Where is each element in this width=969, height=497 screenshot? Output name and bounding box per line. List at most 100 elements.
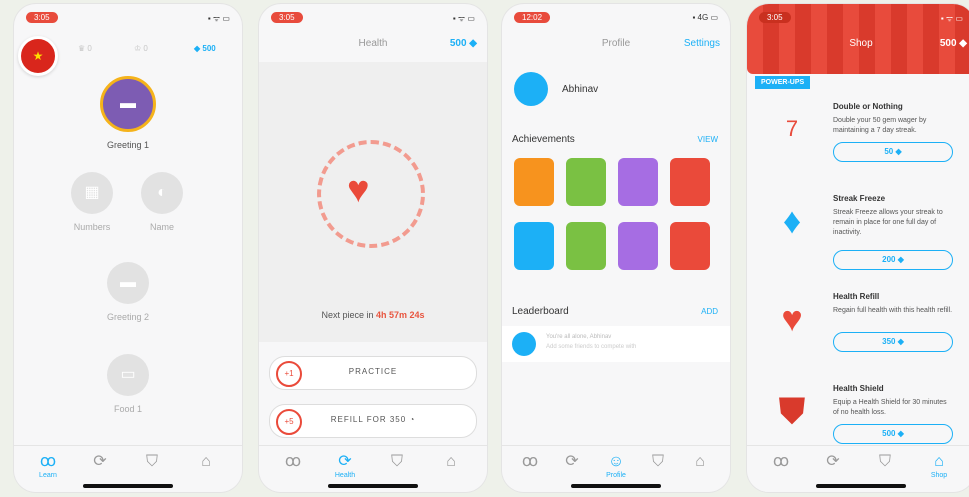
tab-health[interactable]: ⟳ Health — [325, 452, 365, 479]
streak-count-value: 0 — [143, 44, 148, 53]
practice-button[interactable]: +1 PRACTICE — [269, 356, 477, 390]
tab-profile[interactable]: ☺ Profile — [596, 452, 636, 479]
achievements-heading: Achievements — [512, 134, 575, 145]
skill-greeting-1[interactable]: ▬ Greeting 1 — [88, 76, 168, 150]
skill-label: Greeting 2 — [106, 312, 150, 322]
power-ups-label: POWER-UPS — [755, 76, 811, 89]
status-time: 3:05 — [26, 12, 58, 23]
item-desc: Double your 50 gem wager by maintaining … — [833, 117, 927, 134]
item-title: Health Refill — [833, 292, 880, 301]
skill-name[interactable]: ◐ Name — [122, 172, 202, 232]
price: 500 — [882, 429, 896, 438]
tab-profile[interactable]: ⛉ — [377, 452, 417, 472]
page-title: Shop — [849, 38, 873, 49]
signal-wifi-battery-icon: ▪︎ ᯤ ▭ — [207, 14, 230, 23]
tab-bar: ꝏ ⟳ Health ⛉ ⌂ — [259, 445, 487, 492]
health-icon: ⟳ — [93, 453, 107, 470]
learn-icon: ꝏ — [284, 453, 302, 470]
health-progress-ring — [317, 140, 425, 248]
item-title: Health Shield — [833, 384, 884, 393]
health-icon: ⟳ — [565, 453, 579, 470]
status-bar: 12:02 ▪︎ 4G ▭ — [502, 10, 730, 26]
tab-learn[interactable]: ꝏ — [510, 452, 550, 472]
profile-screen: 12:02 ▪︎ 4G ▭ Profile Settings Abhinav A… — [502, 4, 730, 492]
shop-icon: ⌂ — [446, 453, 456, 470]
achievement-badge[interactable] — [566, 222, 606, 270]
tab-label: Learn — [39, 472, 57, 479]
achievement-badge[interactable] — [670, 222, 710, 270]
signal-wifi-battery-icon: ▪︎ ᯤ ▭ — [452, 14, 475, 23]
buy-button[interactable]: 50 ◆ — [833, 142, 953, 162]
status-time: 3:05 — [271, 12, 303, 23]
shield-icon: ⛉ — [145, 453, 158, 470]
price: 350 — [882, 337, 896, 346]
buy-button[interactable]: 350 ◆ — [833, 332, 953, 352]
signal-wifi-battery-icon: ▪︎ ᯤ ▭ — [940, 14, 963, 23]
tab-health[interactable]: ⟳ — [813, 452, 853, 472]
price: 200 — [882, 255, 896, 264]
item-title: Streak Freeze — [833, 194, 886, 203]
ice-flame-icon: ♦ — [782, 200, 802, 241]
gem-count-value: 500 — [202, 44, 216, 53]
gem-count-value: 500 — [449, 38, 467, 49]
health-icon: ⟳ — [338, 453, 352, 470]
tab-shop[interactable]: ⌂ — [431, 452, 471, 472]
home-indicator — [571, 484, 661, 488]
refill-button[interactable]: +5 REFILL FOR 350 ◔ — [269, 404, 477, 438]
achievement-badge[interactable] — [514, 158, 554, 206]
tab-learn[interactable]: ꝏ — [273, 452, 313, 472]
achievement-badge[interactable] — [618, 222, 658, 270]
tab-shop[interactable]: ⌂ Shop — [919, 452, 959, 479]
skill-greeting-2-icon: ▬ — [107, 262, 149, 304]
tab-health[interactable]: ⟳ — [552, 452, 592, 472]
status-bar: 3:05 ▪︎ ᯤ ▭ — [14, 10, 242, 26]
streak-count: ♔ 0 — [134, 44, 148, 53]
tab-shop[interactable]: ⌂ — [186, 452, 226, 472]
skill-numbers[interactable]: ▦ Numbers — [52, 172, 132, 232]
tab-bar: ꝏ ⟳ ☺ Profile ⛉ ⌂ — [502, 445, 730, 492]
skill-label: Name — [149, 222, 174, 232]
achievement-badge[interactable] — [566, 158, 606, 206]
gem-count[interactable]: 500 ◆ — [450, 38, 477, 49]
buy-button[interactable]: 200 ◆ — [833, 250, 953, 270]
tab-health[interactable]: ⟳ — [80, 452, 120, 472]
skill-greeting-1-icon: ▬ — [100, 76, 156, 132]
tab-profile[interactable]: ⛉ — [132, 452, 172, 472]
next-piece-text: Next piece in 4h 57m 24s — [259, 310, 487, 320]
skill-label: Numbers — [73, 222, 111, 232]
tab-learn[interactable]: ꝏ Learn — [28, 452, 68, 479]
gem-count[interactable]: ◆ 500 — [194, 44, 216, 53]
skill-food-1[interactable]: ▭ Food 1 — [88, 354, 168, 414]
settings-link[interactable]: Settings — [684, 38, 720, 49]
leaderboard-row: You're all alone, Abhinav Add some frien… — [502, 326, 730, 362]
calendar-icon: 7 — [765, 102, 819, 156]
learn-icon: ꝏ — [521, 453, 539, 470]
price: 50 — [884, 147, 894, 156]
tab-profile[interactable]: ⛉ — [865, 452, 905, 472]
language-flag-button[interactable]: ★ — [18, 36, 58, 76]
achievement-badge[interactable] — [514, 222, 554, 270]
home-indicator — [816, 484, 906, 488]
shop-screen: 3:05 ▪︎ ᯤ ▭ Shop 500 ◆ POWER-UPS 7 Doubl… — [747, 4, 969, 492]
item-title: Double or Nothing — [833, 102, 903, 111]
signal-wifi-battery-icon: ▪︎ 4G ▭ — [692, 13, 718, 22]
achievement-badge[interactable] — [618, 158, 658, 206]
tab-label: Profile — [606, 472, 626, 479]
shop-icon: ⌂ — [201, 453, 211, 470]
leaderboard-alone-text: You're all alone, Abhinav — [546, 334, 612, 340]
view-achievements-link[interactable]: VIEW — [698, 135, 718, 144]
tab-label: Health — [334, 472, 356, 479]
tab-learn[interactable]: ꝏ — [761, 452, 801, 472]
achievement-badge[interactable] — [670, 158, 710, 206]
gem-count[interactable]: 500 ◆ — [940, 38, 967, 49]
shield-icon: ⛊ — [778, 390, 806, 431]
add-friends-link[interactable]: ADD — [701, 307, 718, 316]
avatar[interactable] — [514, 72, 548, 106]
status-bar: 3:05 ▪︎ ᯤ ▭ — [747, 10, 969, 26]
tab-shield[interactable]: ⛉ — [638, 452, 678, 472]
practice-label: PRACTICE — [348, 367, 398, 376]
buy-button[interactable]: 500 ◆ — [833, 424, 953, 444]
heart-icon: ♥ — [781, 298, 803, 339]
tab-shop[interactable]: ⌂ — [680, 452, 720, 472]
skill-greeting-2[interactable]: ▬ Greeting 2 — [88, 262, 168, 322]
